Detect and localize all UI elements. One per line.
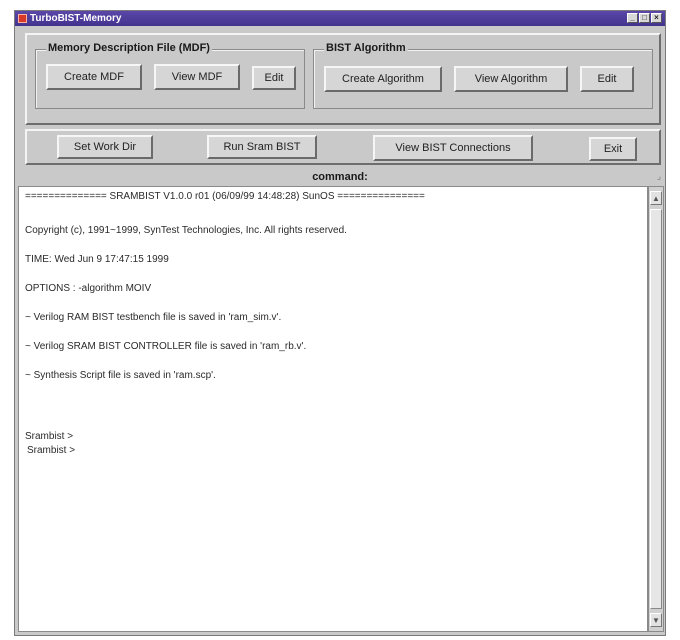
close-button[interactable]: × bbox=[651, 13, 662, 23]
mdf-group: Memory Description File (MDF) Create MDF… bbox=[35, 42, 305, 109]
prompt-line: Srambist > bbox=[25, 431, 74, 442]
output-line: ============== SRAMBIST V1.0.0 r01 (06/0… bbox=[25, 191, 425, 202]
output-line: ~ Verilog SRAM BIST CONTROLLER file is s… bbox=[25, 341, 307, 352]
window-title: TurboBIST-Memory bbox=[30, 13, 122, 24]
output-line: Copyright (c), 1991~1999, SynTest Techno… bbox=[25, 225, 347, 236]
output-line: ~ Synthesis Script file is saved in 'ram… bbox=[25, 370, 216, 381]
edit-algorithm-button[interactable]: Edit bbox=[580, 66, 634, 92]
app-icon bbox=[18, 14, 27, 23]
edit-mdf-button[interactable]: Edit bbox=[252, 66, 296, 90]
minimize-button[interactable]: _ bbox=[627, 13, 638, 23]
top-panel: Memory Description File (MDF) Create MDF… bbox=[25, 33, 661, 125]
view-algorithm-button[interactable]: View Algorithm bbox=[454, 66, 568, 92]
algorithm-group: BIST Algorithm Create Algorithm View Alg… bbox=[313, 42, 653, 109]
command-output[interactable]: ============== SRAMBIST V1.0.0 r01 (06/0… bbox=[18, 186, 648, 632]
output-line: TIME: Wed Jun 9 17:47:15 1999 bbox=[25, 254, 169, 265]
create-mdf-button[interactable]: Create MDF bbox=[46, 64, 142, 90]
prompt-line: Srambist > bbox=[27, 445, 76, 456]
resize-grip-icon[interactable]: ⌟ bbox=[654, 171, 664, 183]
algorithm-group-label: BIST Algorithm bbox=[324, 42, 408, 54]
create-algorithm-button[interactable]: Create Algorithm bbox=[324, 66, 442, 92]
command-label: command: bbox=[312, 171, 368, 183]
app-window: TurboBIST-Memory _ □ × Memory Descriptio… bbox=[14, 10, 666, 636]
mdf-group-label: Memory Description File (MDF) bbox=[46, 42, 212, 54]
scroll-thumb[interactable] bbox=[650, 209, 662, 609]
output-line: ~ Verilog RAM BIST testbench file is sav… bbox=[25, 312, 282, 323]
toolbar-panel: Set Work Dir Run Sram BIST View BIST Con… bbox=[25, 129, 661, 165]
output-line: OPTIONS : -algorithm MOIV bbox=[25, 283, 152, 294]
set-work-dir-button[interactable]: Set Work Dir bbox=[57, 135, 153, 159]
exit-button[interactable]: Exit bbox=[589, 137, 637, 161]
title-bar: TurboBIST-Memory _ □ × bbox=[15, 11, 665, 26]
view-mdf-button[interactable]: View MDF bbox=[154, 64, 240, 90]
window-controls: _ □ × bbox=[627, 13, 662, 23]
maximize-button[interactable]: □ bbox=[639, 13, 650, 23]
view-bist-connections-button[interactable]: View BIST Connections bbox=[373, 135, 533, 161]
scroll-up-icon[interactable]: ▲ bbox=[650, 191, 662, 205]
output-scrollbar[interactable]: ▲ ▼ bbox=[648, 186, 664, 632]
run-sram-bist-button[interactable]: Run Sram BIST bbox=[207, 135, 317, 159]
scroll-down-icon[interactable]: ▼ bbox=[650, 613, 662, 627]
